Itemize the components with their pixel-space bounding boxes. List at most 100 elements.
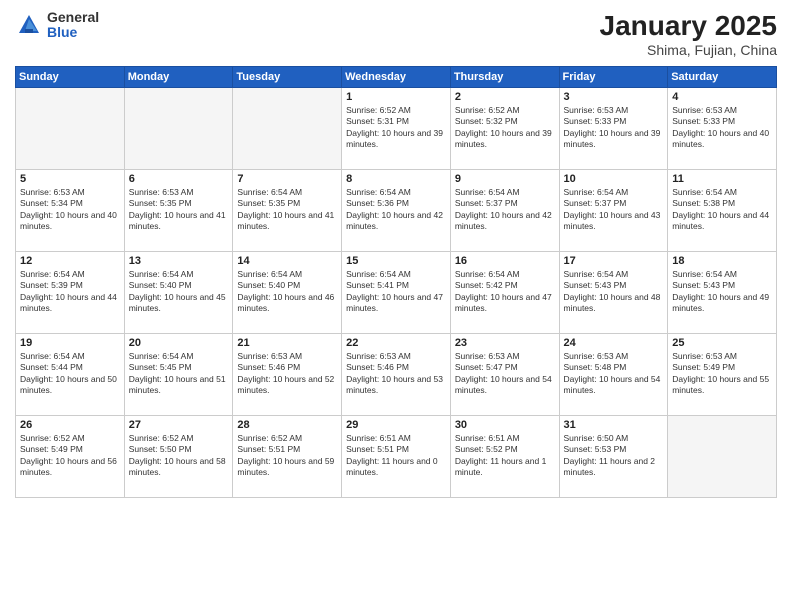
day-info: Sunrise: 6:53 AMSunset: 5:49 PMDaylight:… [672, 351, 772, 397]
calendar-cell: 11 Sunrise: 6:54 AMSunset: 5:38 PMDayligh… [668, 170, 777, 252]
calendar-cell: 8 Sunrise: 6:54 AMSunset: 5:36 PMDaylight… [342, 170, 451, 252]
day-info: Sunrise: 6:53 AMSunset: 5:46 PMDaylight:… [237, 351, 337, 397]
day-info: Sunrise: 6:53 AMSunset: 5:33 PMDaylight:… [564, 105, 664, 151]
day-number: 21 [237, 337, 337, 349]
day-info: Sunrise: 6:53 AMSunset: 5:35 PMDaylight:… [129, 187, 229, 233]
day-info: Sunrise: 6:54 AMSunset: 5:36 PMDaylight:… [346, 187, 446, 233]
title-block: January 2025 Shima, Fujian, China [600, 10, 777, 58]
calendar-cell: 10 Sunrise: 6:54 AMSunset: 5:37 PMDayligh… [559, 170, 668, 252]
day-info: Sunrise: 6:54 AMSunset: 5:39 PMDaylight:… [20, 269, 120, 315]
calendar-cell: 18 Sunrise: 6:54 AMSunset: 5:43 PMDayligh… [668, 252, 777, 334]
day-info: Sunrise: 6:53 AMSunset: 5:34 PMDaylight:… [20, 187, 120, 233]
day-number: 13 [129, 255, 229, 267]
weekday-header: Friday [559, 67, 668, 88]
day-number: 8 [346, 173, 446, 185]
calendar-cell: 13 Sunrise: 6:54 AMSunset: 5:40 PMDayligh… [124, 252, 233, 334]
calendar-cell: 23 Sunrise: 6:53 AMSunset: 5:47 PMDayligh… [450, 334, 559, 416]
day-number: 24 [564, 337, 664, 349]
calendar-cell: 25Sunrise: 6:53 AMSunset: 5:49 PMDayligh… [668, 334, 777, 416]
calendar-cell: 17 Sunrise: 6:54 AMSunset: 5:43 PMDayligh… [559, 252, 668, 334]
day-info: Sunrise: 6:52 AMSunset: 5:49 PMDaylight:… [20, 433, 120, 479]
day-info: Sunrise: 6:53 AMSunset: 5:48 PMDaylight:… [564, 351, 664, 397]
day-number: 15 [346, 255, 446, 267]
weekday-header: Sunday [16, 67, 125, 88]
day-info: Sunrise: 6:54 AMSunset: 5:43 PMDaylight:… [672, 269, 772, 315]
day-number: 3 [564, 91, 664, 103]
calendar-week-row: 26 Sunrise: 6:52 AMSunset: 5:49 PMDayligh… [16, 416, 777, 498]
calendar-cell: 5 Sunrise: 6:53 AMSunset: 5:34 PMDaylight… [16, 170, 125, 252]
day-number: 5 [20, 173, 120, 185]
day-number: 9 [455, 173, 555, 185]
day-info: Sunrise: 6:54 AMSunset: 5:37 PMDaylight:… [455, 187, 555, 233]
day-info: Sunrise: 6:54 AMSunset: 5:40 PMDaylight:… [237, 269, 337, 315]
day-info: Sunrise: 6:53 AMSunset: 5:47 PMDaylight:… [455, 351, 555, 397]
logo-general: General [47, 10, 99, 25]
calendar-title: January 2025 [600, 10, 777, 42]
day-number: 11 [672, 173, 772, 185]
day-number: 18 [672, 255, 772, 267]
day-number: 30 [455, 419, 555, 431]
logo-icon [15, 11, 43, 39]
weekday-header: Monday [124, 67, 233, 88]
calendar-cell: 3 Sunrise: 6:53 AMSunset: 5:33 PMDaylight… [559, 88, 668, 170]
day-number: 10 [564, 173, 664, 185]
calendar-cell: 9 Sunrise: 6:54 AMSunset: 5:37 PMDaylight… [450, 170, 559, 252]
calendar-cell: 2Sunrise: 6:52 AMSunset: 5:32 PMDaylight… [450, 88, 559, 170]
day-number: 12 [20, 255, 120, 267]
day-info: Sunrise: 6:54 AMSunset: 5:41 PMDaylight:… [346, 269, 446, 315]
page: General Blue January 2025 Shima, Fujian,… [0, 0, 792, 612]
day-info: Sunrise: 6:52 AMSunset: 5:51 PMDaylight:… [237, 433, 337, 479]
calendar-cell: 16Sunrise: 6:54 AMSunset: 5:42 PMDayligh… [450, 252, 559, 334]
calendar-cell: 31 Sunrise: 6:50 AMSunset: 5:53 PMDayligh… [559, 416, 668, 498]
weekday-header: Tuesday [233, 67, 342, 88]
calendar-cell: 14 Sunrise: 6:54 AMSunset: 5:40 PMDayligh… [233, 252, 342, 334]
calendar-cell: 24 Sunrise: 6:53 AMSunset: 5:48 PMDayligh… [559, 334, 668, 416]
day-info: Sunrise: 6:54 AMSunset: 5:40 PMDaylight:… [129, 269, 229, 315]
calendar-cell: 29Sunrise: 6:51 AMSunset: 5:51 PMDayligh… [342, 416, 451, 498]
day-info: Sunrise: 6:54 AMSunset: 5:38 PMDaylight:… [672, 187, 772, 233]
calendar-cell: 7 Sunrise: 6:54 AMSunset: 5:35 PMDaylight… [233, 170, 342, 252]
day-info: Sunrise: 6:54 AMSunset: 5:37 PMDaylight:… [564, 187, 664, 233]
logo: General Blue [15, 10, 99, 41]
day-info: Sunrise: 6:50 AMSunset: 5:53 PMDaylight:… [564, 433, 664, 479]
calendar-cell: 12 Sunrise: 6:54 AMSunset: 5:39 PMDayligh… [16, 252, 125, 334]
day-info: Sunrise: 6:51 AMSunset: 5:52 PMDaylight:… [455, 433, 555, 479]
calendar-cell: 20Sunrise: 6:54 AMSunset: 5:45 PMDayligh… [124, 334, 233, 416]
calendar-table: SundayMondayTuesdayWednesdayThursdayFrid… [15, 66, 777, 498]
calendar-cell: 21 Sunrise: 6:53 AMSunset: 5:46 PMDayligh… [233, 334, 342, 416]
day-number: 23 [455, 337, 555, 349]
day-number: 26 [20, 419, 120, 431]
day-number: 31 [564, 419, 664, 431]
calendar-week-row: 1 Sunrise: 6:52 AMSunset: 5:31 PMDaylight… [16, 88, 777, 170]
calendar-cell: 22Sunrise: 6:53 AMSunset: 5:46 PMDayligh… [342, 334, 451, 416]
day-number: 17 [564, 255, 664, 267]
day-info: Sunrise: 6:52 AMSunset: 5:31 PMDaylight:… [346, 105, 446, 151]
day-number: 19 [20, 337, 120, 349]
calendar-cell: 4Sunrise: 6:53 AMSunset: 5:33 PMDaylight… [668, 88, 777, 170]
calendar-cell: 30 Sunrise: 6:51 AMSunset: 5:52 PMDayligh… [450, 416, 559, 498]
weekday-header: Wednesday [342, 67, 451, 88]
calendar-cell [124, 88, 233, 170]
day-info: Sunrise: 6:54 AMSunset: 5:35 PMDaylight:… [237, 187, 337, 233]
calendar-cell: 19 Sunrise: 6:54 AMSunset: 5:44 PMDayligh… [16, 334, 125, 416]
day-number: 14 [237, 255, 337, 267]
day-number: 28 [237, 419, 337, 431]
day-info: Sunrise: 6:52 AMSunset: 5:32 PMDaylight:… [455, 105, 555, 151]
day-info: Sunrise: 6:54 AMSunset: 5:44 PMDaylight:… [20, 351, 120, 397]
calendar-cell: 6 Sunrise: 6:53 AMSunset: 5:35 PMDaylight… [124, 170, 233, 252]
day-number: 7 [237, 173, 337, 185]
logo-text: General Blue [47, 10, 99, 41]
day-number: 16 [455, 255, 555, 267]
day-info: Sunrise: 6:54 AMSunset: 5:43 PMDaylight:… [564, 269, 664, 315]
calendar-cell: 28 Sunrise: 6:52 AMSunset: 5:51 PMDayligh… [233, 416, 342, 498]
logo-blue: Blue [47, 25, 99, 40]
calendar-cell: 26 Sunrise: 6:52 AMSunset: 5:49 PMDayligh… [16, 416, 125, 498]
calendar-cell: 1 Sunrise: 6:52 AMSunset: 5:31 PMDaylight… [342, 88, 451, 170]
day-number: 6 [129, 173, 229, 185]
calendar-cell: 15 Sunrise: 6:54 AMSunset: 5:41 PMDayligh… [342, 252, 451, 334]
calendar-header-row: SundayMondayTuesdayWednesdayThursdayFrid… [16, 67, 777, 88]
calendar-week-row: 5 Sunrise: 6:53 AMSunset: 5:34 PMDaylight… [16, 170, 777, 252]
day-number: 1 [346, 91, 446, 103]
calendar-week-row: 12 Sunrise: 6:54 AMSunset: 5:39 PMDayligh… [16, 252, 777, 334]
day-number: 27 [129, 419, 229, 431]
